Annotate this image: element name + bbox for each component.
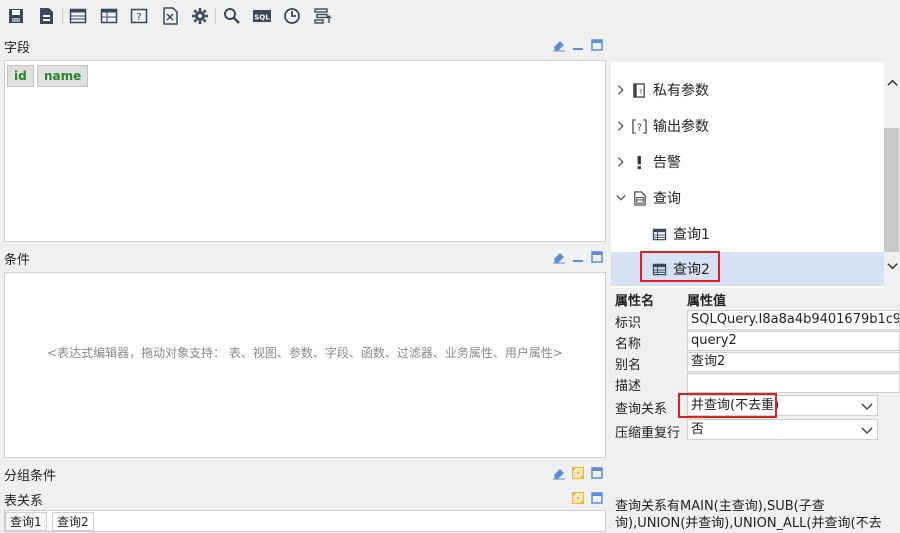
chevron-down-icon: [861, 427, 873, 434]
scroll-up-icon[interactable]: [884, 74, 900, 90]
tree-item-output-params[interactable]: ? 输出参数: [611, 109, 884, 143]
toolbar-separator: [62, 8, 63, 24]
relation-panel-header: 表关系: [0, 487, 606, 509]
search-icon[interactable]: [222, 6, 242, 26]
tree-item-label: 查询1: [673, 227, 710, 243]
prop-alias-value[interactable]: 查询2: [687, 352, 900, 372]
prop-name: 标识: [615, 316, 642, 331]
maximize-icon[interactable]: [589, 38, 604, 52]
prop-row-id: 标识 SQLQuery.I8a8a4b9401679b1c9b1: [611, 309, 900, 331]
chevron-right-icon[interactable]: [614, 155, 628, 169]
group-panel-header: 分组条件: [0, 462, 606, 484]
param-icon[interactable]: ?: [129, 6, 149, 26]
fields-panel-title: 字段: [4, 41, 31, 56]
property-hint: 查询关系有MAIN(主查询),SUB(子查询),UNION(并查询),UNION…: [615, 499, 882, 531]
table-view-2-icon[interactable]: [99, 6, 119, 26]
table-view-icon[interactable]: [68, 6, 88, 26]
prop-name: 名称: [615, 337, 642, 352]
compress-dup-select[interactable]: 否: [687, 419, 878, 440]
relation-panel-title: 表关系: [4, 494, 44, 509]
prop-name-value[interactable]: query2: [687, 331, 900, 351]
maximize-icon[interactable]: [589, 491, 604, 505]
maximize-icon[interactable]: [589, 466, 604, 480]
conditions-panel-title: 条件: [4, 253, 31, 268]
eraser-icon[interactable]: [551, 250, 566, 264]
tree-item-alert[interactable]: 告警: [611, 145, 884, 179]
field-chip-id[interactable]: id: [7, 65, 34, 87]
clock-icon[interactable]: [282, 6, 302, 26]
alert-icon: [631, 154, 647, 170]
prop-row-description: 描述: [611, 372, 900, 394]
prop-name: 描述: [615, 379, 642, 394]
selection-highlight-frame: [640, 251, 720, 282]
eraser-icon[interactable]: [551, 38, 566, 52]
tab-query2[interactable]: 查询2: [52, 512, 94, 531]
prop-row-compress-dup: 压缩重复行 否: [611, 419, 900, 441]
query-folder-icon: [631, 190, 647, 206]
toolbar: ? SQL: [0, 0, 900, 32]
prop-col-value-header: 属性值: [687, 294, 727, 309]
private-param-icon: ?: [631, 82, 647, 98]
eraser-icon[interactable]: [551, 466, 566, 480]
condition-editor[interactable]: <表达式编辑器，拖动对象支持： 表、视图、参数、字段、函数、过滤器、业务属性、用…: [4, 272, 606, 458]
fields-area[interactable]: id name: [4, 60, 606, 242]
export-icon[interactable]: [160, 6, 180, 26]
field-chip-name[interactable]: name: [37, 65, 89, 87]
prop-id-value[interactable]: SQLQuery.I8a8a4b9401679b1c9b1: [687, 310, 900, 330]
chevron-right-icon[interactable]: [614, 83, 628, 97]
prop-name: 查询关系: [615, 402, 668, 417]
minimize-icon[interactable]: [570, 38, 585, 52]
conditions-panel-header: 条件: [0, 246, 606, 268]
tree-item-query-folder[interactable]: 查询: [611, 181, 884, 215]
save-as-icon[interactable]: [36, 6, 56, 26]
svg-text:?: ?: [638, 87, 642, 95]
prop-col-name-header: 属性名: [615, 294, 655, 309]
filter-settings-icon[interactable]: [313, 6, 333, 26]
toolbar-separator: [215, 8, 216, 24]
tree-item-query1[interactable]: 查询1: [611, 217, 884, 251]
sql-icon[interactable]: SQL: [252, 6, 272, 26]
query-relation-highlight-frame: [678, 393, 777, 418]
prop-name: 别名: [615, 358, 642, 373]
maximize-icon[interactable]: [589, 250, 604, 264]
tree-item-label: 私有参数: [653, 83, 709, 99]
save-icon[interactable]: [6, 6, 26, 26]
prop-name: 压缩重复行: [615, 426, 681, 441]
query-table-icon: [651, 226, 667, 242]
prop-description-value[interactable]: [687, 373, 900, 393]
sql-icon-text: SQL: [254, 14, 270, 22]
chevron-right-icon[interactable]: [614, 119, 628, 133]
output-param-icon: ?: [631, 118, 647, 134]
tree-item-label: 查询: [653, 191, 681, 207]
tab-query1[interactable]: 查询1: [5, 512, 47, 531]
compress-dup-value: 否: [691, 422, 705, 437]
scroll-down-icon[interactable]: [884, 258, 900, 274]
scrollbar-thumb[interactable]: [884, 128, 899, 252]
prop-row-name: 名称 query2: [611, 330, 900, 352]
svg-text:?: ?: [637, 122, 642, 133]
group-panel-title: 分组条件: [4, 469, 57, 484]
fields-panel-header: 字段: [0, 34, 606, 56]
tree-item-private-params[interactable]: ? 私有参数: [611, 73, 884, 107]
prop-row-alias: 别名 查询2: [611, 351, 900, 373]
restore-icon[interactable]: [570, 466, 585, 480]
minimize-icon[interactable]: [570, 250, 585, 264]
gear-icon[interactable]: [190, 6, 210, 26]
chevron-down-icon[interactable]: [614, 191, 628, 205]
restore-icon[interactable]: [570, 491, 585, 505]
chevron-down-icon: [861, 403, 873, 410]
query-tabs: 查询1 查询2: [4, 510, 606, 532]
condition-placeholder: <表达式编辑器，拖动对象支持： 表、视图、参数、字段、函数、过滤器、业务属性、用…: [47, 346, 563, 360]
svg-text:?: ?: [136, 12, 141, 23]
tree-item-label: 输出参数: [653, 119, 709, 135]
tree-item-label: 告警: [653, 155, 681, 171]
